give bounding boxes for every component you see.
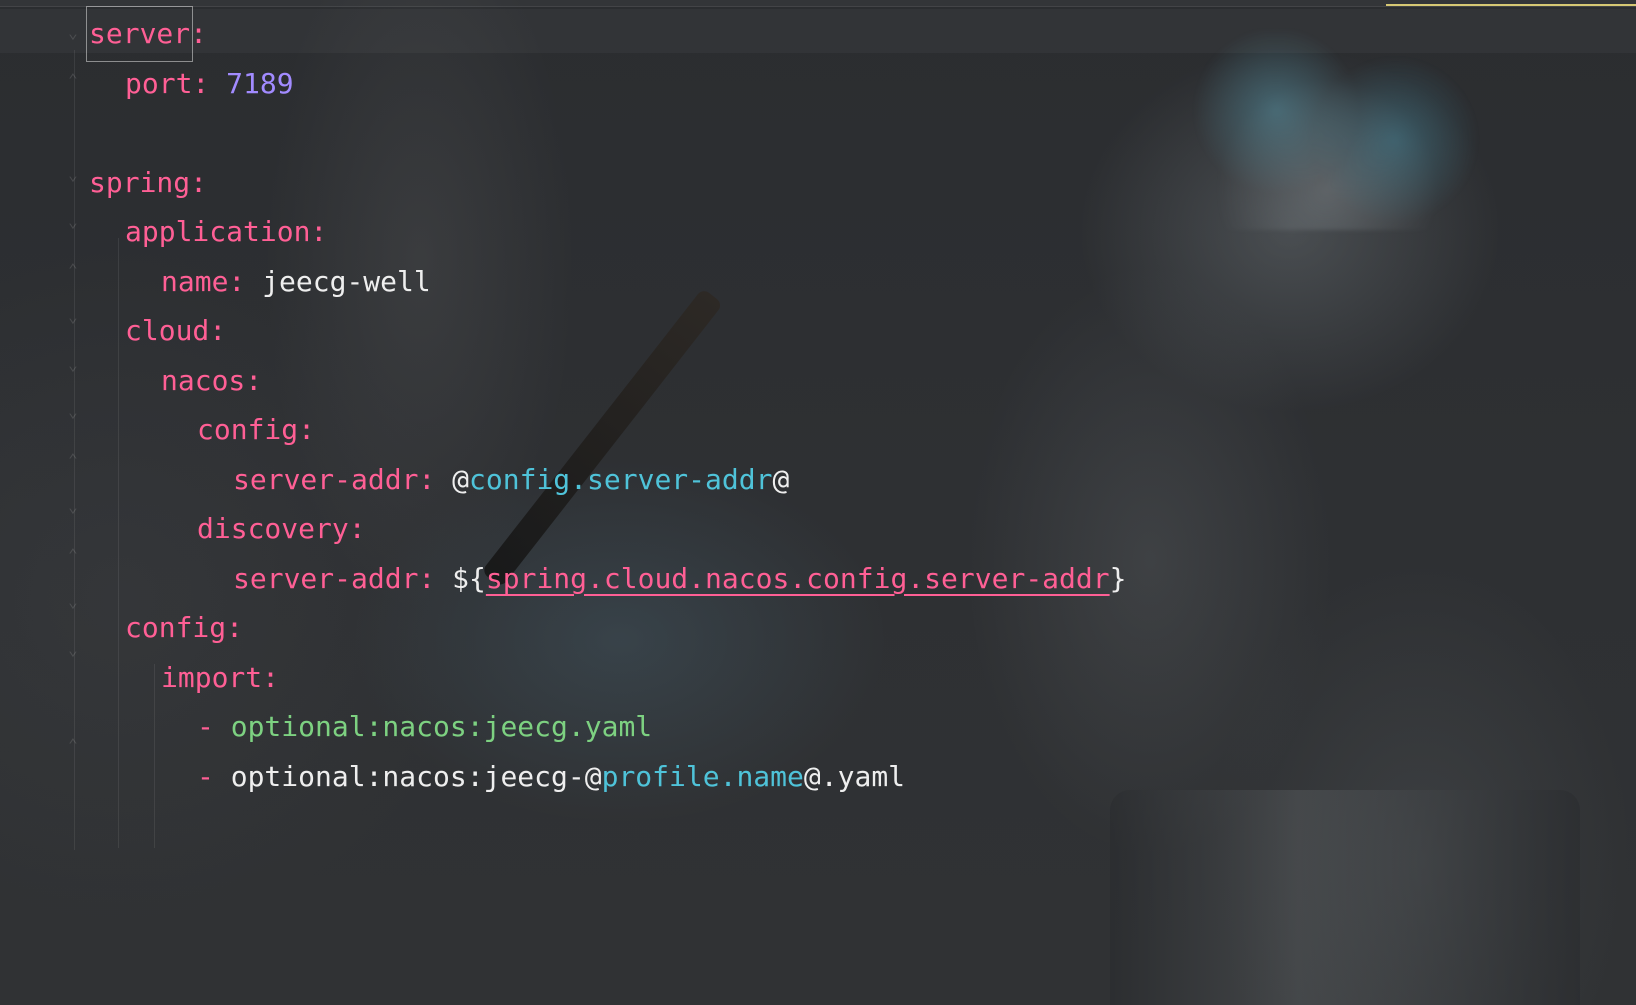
code-line[interactable]: server-addr: ${spring.cloud.nacos.config… (0, 554, 1126, 604)
code-line[interactable]: spring: (0, 158, 1126, 208)
code-line[interactable]: config: (0, 603, 1126, 653)
code-line[interactable]: - optional:nacos:jeecg-@profile.name@.ya… (0, 752, 1126, 802)
code-token-key: : (190, 17, 208, 50)
code-token-key: application: (125, 215, 328, 248)
code-line[interactable]: server: (0, 6, 1126, 62)
code-token-underline: spring.cloud.nacos.config.server-addr (485, 561, 1110, 595)
code-token-key: - (197, 710, 231, 743)
code-line[interactable]: port: 7189 (0, 59, 1126, 109)
code-line[interactable]: cloud: (0, 306, 1126, 356)
code-token-key: import: (161, 660, 280, 694)
code-token-key: port: (125, 66, 227, 100)
code-token-plain: optional:nacos:jeecg-@ (230, 759, 602, 793)
code-line[interactable]: application: (0, 207, 1126, 257)
code-token-plain: } (1109, 561, 1127, 595)
background-cup-decoration (1110, 790, 1580, 1005)
code-token-ref: config.server-addr (469, 462, 773, 496)
code-token-key: - (197, 759, 231, 793)
code-line[interactable]: - optional:nacos:jeecg.yaml (0, 702, 1126, 752)
code-line[interactable]: nacos: (0, 356, 1126, 406)
code-token-green: optional:nacos:jeecg.yaml (230, 710, 653, 743)
code-token-key: cloud: (125, 314, 227, 347)
code-token-plain: jeecg-well (262, 264, 431, 298)
code-token-ref: profile.name (601, 759, 804, 793)
code-line[interactable]: server-addr: @config.server-addr@ (0, 455, 1126, 505)
code-token-num: 7189 (226, 66, 294, 100)
code-token-plain: @ (772, 462, 790, 496)
code-editor[interactable]: server: port: 7189 spring: application: name… (0, 6, 1126, 802)
scroll-position-marker[interactable] (1386, 4, 1636, 6)
code-token-key: name: (161, 264, 263, 298)
code-token-key: nacos: (161, 363, 263, 397)
code-line[interactable]: discovery: (0, 504, 1126, 554)
code-token-plain: @ (452, 462, 470, 496)
code-token-key: discovery: (197, 512, 366, 545)
code-line[interactable]: name: jeecg-well (0, 257, 1126, 307)
code-token-key: config: (125, 611, 244, 644)
code-token-plain: ${ (452, 561, 486, 595)
code-line[interactable] (0, 108, 1126, 158)
code-token-key: spring: (89, 165, 208, 199)
code-token-key: server-addr: (233, 561, 453, 595)
code-line[interactable]: config: (0, 405, 1126, 455)
background-crown-decoration (1140, 30, 1480, 230)
code-token-key: server-addr: (233, 462, 453, 496)
code-line[interactable]: import: (0, 653, 1126, 703)
code-token-plain: @.yaml (803, 759, 906, 793)
code-token-key: config: (197, 413, 316, 446)
selected-key-server: server (85, 6, 194, 62)
